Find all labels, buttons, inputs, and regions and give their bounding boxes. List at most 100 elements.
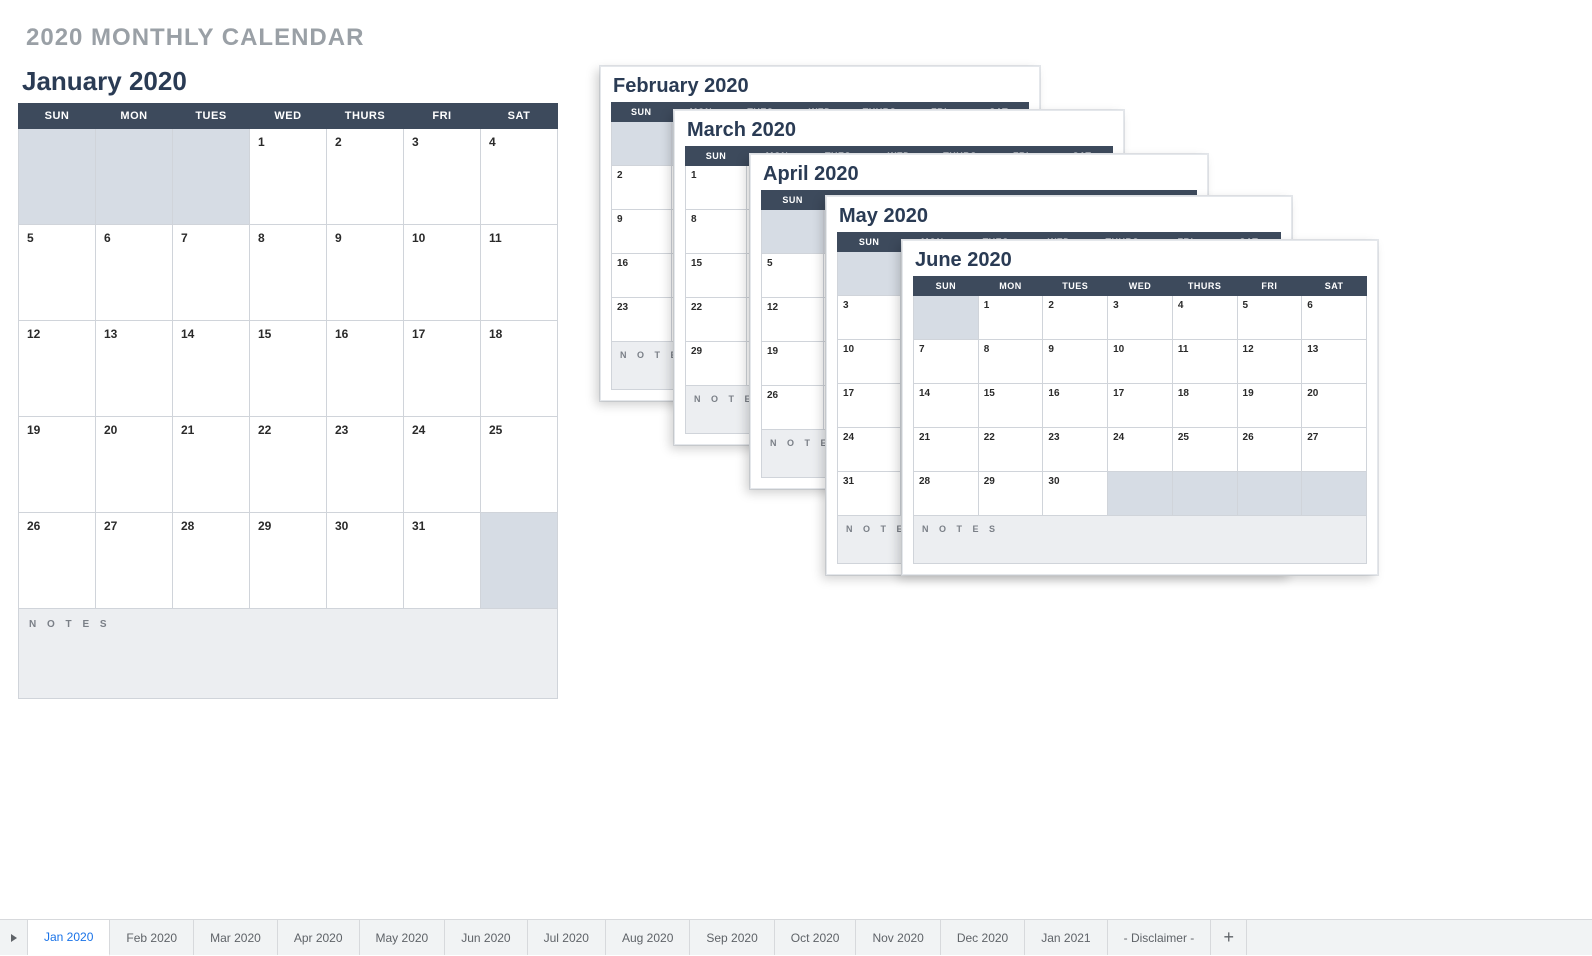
calendar-cell[interactable]: 23 (1043, 428, 1108, 472)
calendar-cell[interactable]: 9 (612, 210, 672, 254)
sheet-tab[interactable]: May 2020 (360, 920, 446, 955)
calendar-cell[interactable] (1237, 472, 1302, 516)
calendar-cell[interactable]: 8 (250, 225, 327, 321)
sheet-tab[interactable]: Nov 2020 (856, 920, 940, 955)
calendar-cell[interactable]: 30 (1043, 472, 1108, 516)
calendar-cell[interactable]: 5 (1237, 296, 1302, 340)
sheet-tab[interactable]: Oct 2020 (775, 920, 857, 955)
calendar-cell[interactable] (481, 513, 558, 609)
calendar-cell[interactable]: 23 (612, 298, 672, 342)
add-sheet-button[interactable]: + (1211, 920, 1247, 955)
calendar-cell[interactable]: 22 (686, 298, 747, 342)
notes-section[interactable]: N O T E S (18, 609, 558, 699)
calendar-cell[interactable]: 17 (404, 321, 481, 417)
calendar-cell[interactable] (914, 296, 979, 340)
calendar-cell[interactable]: 3 (838, 296, 901, 340)
calendar-cell[interactable]: 26 (762, 386, 824, 430)
calendar-cell[interactable]: 2 (327, 129, 404, 225)
calendar-cell[interactable]: 4 (1172, 296, 1237, 340)
calendar-cell[interactable]: 10 (404, 225, 481, 321)
calendar-cell[interactable]: 27 (1302, 428, 1367, 472)
calendar-cell[interactable]: 29 (686, 342, 747, 386)
calendar-cell[interactable]: 9 (1043, 340, 1108, 384)
calendar-cell[interactable]: 1 (686, 166, 747, 210)
calendar-cell[interactable]: 7 (173, 225, 250, 321)
calendar-cell[interactable] (1172, 472, 1237, 516)
calendar-cell[interactable]: 1 (978, 296, 1043, 340)
calendar-cell[interactable]: 13 (1302, 340, 1367, 384)
calendar-cell[interactable]: 18 (481, 321, 558, 417)
calendar-cell[interactable]: 14 (914, 384, 979, 428)
calendar-cell[interactable]: 16 (327, 321, 404, 417)
calendar-cell[interactable]: 5 (762, 254, 824, 298)
calendar-cell[interactable]: 18 (1172, 384, 1237, 428)
calendar-cell[interactable] (612, 122, 672, 166)
calendar-cell[interactable]: 31 (838, 472, 901, 516)
calendar-cell[interactable]: 22 (250, 417, 327, 513)
calendar-cell[interactable] (1302, 472, 1367, 516)
calendar-cell[interactable]: 2 (612, 166, 672, 210)
calendar-cell[interactable] (1108, 472, 1173, 516)
calendar-cell[interactable]: 8 (686, 210, 747, 254)
calendar-cell[interactable]: 19 (762, 342, 824, 386)
calendar-cell[interactable]: 27 (96, 513, 173, 609)
calendar-cell[interactable]: 21 (173, 417, 250, 513)
calendar-cell[interactable]: 21 (914, 428, 979, 472)
calendar-cell[interactable]: 10 (838, 340, 901, 384)
calendar-cell[interactable]: 15 (686, 254, 747, 298)
calendar-cell[interactable]: 12 (19, 321, 96, 417)
calendar-cell[interactable]: 8 (978, 340, 1043, 384)
calendar-cell[interactable]: 19 (19, 417, 96, 513)
calendar-cell[interactable]: 31 (404, 513, 481, 609)
calendar-cell[interactable]: 25 (481, 417, 558, 513)
calendar-cell[interactable]: 15 (978, 384, 1043, 428)
sheet-tab[interactable]: Dec 2020 (941, 920, 1025, 955)
calendar-cell[interactable]: 26 (1237, 428, 1302, 472)
calendar-cell[interactable]: 24 (404, 417, 481, 513)
notes-section[interactable]: N O T E S (913, 516, 1367, 564)
calendar-cell[interactable] (838, 252, 901, 296)
sheet-tab[interactable]: Feb 2020 (110, 920, 194, 955)
sheet-tab[interactable]: Jan 2021 (1025, 920, 1107, 955)
calendar-cell[interactable]: 3 (404, 129, 481, 225)
calendar-cell[interactable]: 28 (173, 513, 250, 609)
calendar-cell[interactable]: 3 (1108, 296, 1173, 340)
calendar-cell[interactable]: 23 (327, 417, 404, 513)
calendar-cell[interactable]: 2 (1043, 296, 1108, 340)
calendar-cell[interactable]: 16 (612, 254, 672, 298)
calendar-cell[interactable]: 11 (481, 225, 558, 321)
calendar-cell[interactable]: 20 (1302, 384, 1367, 428)
calendar-cell[interactable]: 7 (914, 340, 979, 384)
calendar-cell[interactable]: 6 (96, 225, 173, 321)
calendar-cell[interactable]: 17 (838, 384, 901, 428)
calendar-cell[interactable]: 30 (327, 513, 404, 609)
calendar-cell[interactable]: 20 (96, 417, 173, 513)
calendar-cell[interactable]: 15 (250, 321, 327, 417)
calendar-cell[interactable] (173, 129, 250, 225)
calendar-cell[interactable]: 4 (481, 129, 558, 225)
calendar-cell[interactable]: 28 (914, 472, 979, 516)
sheet-tab[interactable]: Jun 2020 (445, 920, 527, 955)
calendar-cell[interactable]: 12 (762, 298, 824, 342)
calendar-cell[interactable]: 24 (1108, 428, 1173, 472)
sheet-tab[interactable]: Jul 2020 (528, 920, 606, 955)
calendar-cell[interactable]: 1 (250, 129, 327, 225)
calendar-cell[interactable]: 10 (1108, 340, 1173, 384)
calendar-cell[interactable]: 25 (1172, 428, 1237, 472)
calendar-cell[interactable]: 5 (19, 225, 96, 321)
calendar-cell[interactable]: 14 (173, 321, 250, 417)
calendar-cell[interactable]: 22 (978, 428, 1043, 472)
calendar-cell[interactable] (762, 210, 824, 254)
sheet-tab[interactable]: Sep 2020 (690, 920, 774, 955)
sheet-tab[interactable]: Mar 2020 (194, 920, 278, 955)
calendar-cell[interactable]: 19 (1237, 384, 1302, 428)
sheet-tab[interactable]: - Disclaimer - (1108, 920, 1212, 955)
sheet-tab[interactable]: Apr 2020 (278, 920, 360, 955)
calendar-cell[interactable]: 29 (978, 472, 1043, 516)
calendar-cell[interactable] (19, 129, 96, 225)
calendar-cell[interactable]: 6 (1302, 296, 1367, 340)
calendar-cell[interactable]: 12 (1237, 340, 1302, 384)
calendar-cell[interactable]: 11 (1172, 340, 1237, 384)
calendar-cell[interactable]: 26 (19, 513, 96, 609)
calendar-cell[interactable]: 16 (1043, 384, 1108, 428)
